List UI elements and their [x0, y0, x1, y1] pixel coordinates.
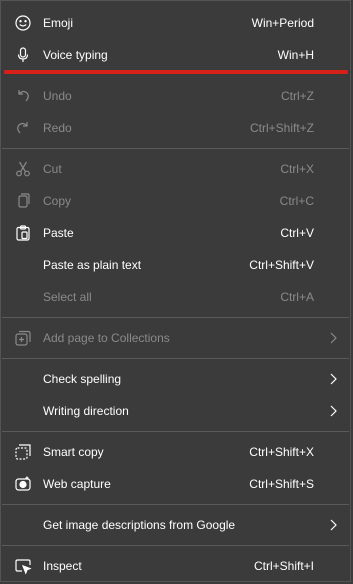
menu-item-label: Cut	[43, 162, 62, 176]
menu-item-shortcut: Ctrl+Shift+Z	[249, 121, 314, 135]
menu-item-select-all[interactable]: Select all Ctrl+A	[1, 281, 350, 313]
menu-item-label: Paste as plain text	[43, 258, 142, 272]
separator	[2, 545, 349, 546]
context-menu: Emoji Win+Period Voice typing Win+H Undo…	[0, 0, 351, 582]
chevron-right-icon	[326, 404, 340, 418]
separator	[2, 431, 349, 432]
menu-item-redo[interactable]: Redo Ctrl+Shift+Z	[1, 112, 350, 144]
menu-item-emoji[interactable]: Emoji Win+Period	[1, 7, 350, 39]
menu-item-label: Redo	[43, 121, 72, 135]
menu-item-label: Voice typing	[43, 48, 108, 62]
separator	[2, 148, 349, 149]
menu-item-cut[interactable]: Cut Ctrl+X	[1, 153, 350, 185]
menu-item-shortcut: Ctrl+Shift+S	[249, 477, 314, 491]
menu-item-shortcut: Ctrl+C	[279, 194, 314, 208]
menu-item-paste[interactable]: Paste Ctrl+V	[1, 217, 350, 249]
menu-item-check-spelling[interactable]: Check spelling	[1, 363, 350, 395]
separator	[2, 358, 349, 359]
menu-item-shortcut: Ctrl+V	[280, 226, 314, 240]
menu-item-shortcut: Win+Period	[251, 16, 314, 30]
menu-item-label: Get image descriptions from Google	[43, 518, 236, 532]
chevron-right-icon	[326, 372, 340, 386]
menu-item-image-descriptions[interactable]: Get image descriptions from Google	[1, 509, 350, 541]
menu-item-paste-plain-text[interactable]: Paste as plain text Ctrl+Shift+V	[1, 249, 350, 281]
menu-item-shortcut: Ctrl+Shift+X	[249, 445, 314, 459]
menu-item-shortcut: Win+H	[277, 48, 314, 62]
copy-icon	[14, 192, 32, 210]
emoji-icon	[14, 14, 32, 32]
microphone-icon	[14, 46, 32, 64]
web-capture-icon	[14, 475, 32, 493]
menu-item-copy[interactable]: Copy Ctrl+C	[1, 185, 350, 217]
menu-item-undo[interactable]: Undo Ctrl+Z	[1, 80, 350, 112]
highlight-underline	[4, 70, 348, 74]
chevron-right-icon	[326, 518, 340, 532]
menu-item-shortcut: Ctrl+A	[280, 290, 314, 304]
menu-item-label: Writing direction	[43, 404, 129, 418]
undo-icon	[14, 87, 32, 105]
separator	[2, 317, 349, 318]
scissors-icon	[14, 160, 32, 178]
menu-item-web-capture[interactable]: Web capture Ctrl+Shift+S	[1, 468, 350, 500]
menu-item-label: Add page to Collections	[43, 331, 170, 345]
menu-item-label: Copy	[43, 194, 72, 208]
menu-item-label: Inspect	[43, 559, 82, 573]
menu-item-writing-direction[interactable]: Writing direction	[1, 395, 350, 427]
menu-item-add-to-collections[interactable]: Add page to Collections	[1, 322, 350, 354]
clipboard-icon	[14, 224, 32, 242]
menu-item-label: Check spelling	[43, 372, 122, 386]
chevron-right-icon	[326, 331, 340, 345]
smart-copy-icon	[14, 443, 32, 461]
menu-item-smart-copy[interactable]: Smart copy Ctrl+Shift+X	[1, 436, 350, 468]
menu-item-shortcut: Ctrl+Z	[281, 89, 314, 103]
menu-item-label: Paste	[43, 226, 74, 240]
menu-item-inspect[interactable]: Inspect Ctrl+Shift+I	[1, 550, 350, 582]
menu-item-label: Emoji	[43, 16, 74, 30]
collections-add-icon	[14, 329, 32, 347]
inspect-icon	[14, 557, 32, 575]
menu-item-shortcut: Ctrl+Shift+I	[253, 559, 314, 573]
menu-item-shortcut: Ctrl+Shift+V	[249, 258, 314, 272]
menu-item-shortcut: Ctrl+X	[280, 162, 314, 176]
menu-item-label: Smart copy	[43, 445, 104, 459]
redo-icon	[14, 119, 32, 137]
menu-item-voice-typing[interactable]: Voice typing Win+H	[1, 39, 350, 71]
separator	[2, 504, 349, 505]
menu-item-label: Undo	[43, 89, 72, 103]
menu-item-label: Web capture	[43, 477, 111, 491]
menu-item-label: Select all	[43, 290, 92, 304]
